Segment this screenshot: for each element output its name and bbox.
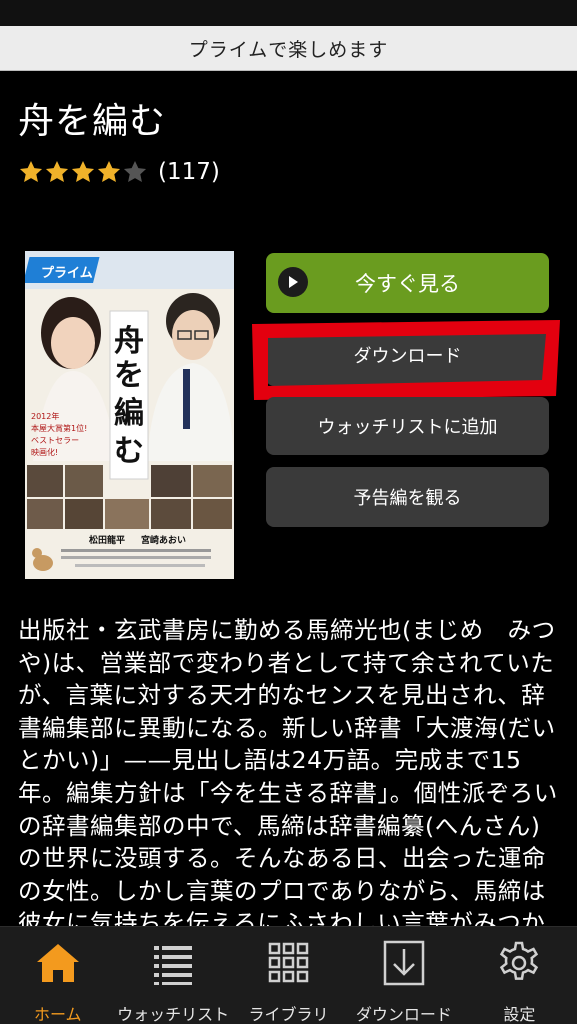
tab-download[interactable]: ダウンロード xyxy=(346,927,461,1024)
tab-library-label: ライブラリ xyxy=(248,1005,329,1024)
svg-text:本屋大賞第1位!: 本屋大賞第1位! xyxy=(31,423,87,433)
download-button[interactable]: ダウンロード xyxy=(266,324,549,386)
tab-download-label: ダウンロード xyxy=(355,1005,452,1024)
star-icon xyxy=(19,160,43,182)
prime-banner-text: プライムで楽しめます xyxy=(188,38,389,61)
watch-now-button[interactable]: 今すぐ見る xyxy=(266,253,549,313)
svg-text:を: を xyxy=(114,358,144,393)
rating-count: (117) xyxy=(158,159,220,185)
tab-watchlist-label: ウォッチリスト xyxy=(117,1005,230,1024)
list-icon xyxy=(148,939,198,987)
poster-actor-2: 宮崎あおい xyxy=(141,534,186,546)
poster-actor-1: 松田龍平 xyxy=(89,534,125,546)
tab-bar: ホーム ウォッチリスト ライブラリ ダウンロード 設定 xyxy=(0,926,577,1024)
rating: (117) xyxy=(18,154,220,190)
app-screen: プライムで楽しめます 舟を編む (117) プライム 舟 を 編 む 2012年… xyxy=(0,0,577,1024)
home-icon xyxy=(33,939,83,987)
gear-icon xyxy=(494,939,544,987)
tab-watchlist[interactable]: ウォッチリスト xyxy=(115,927,230,1024)
trailer-button[interactable]: 予告編を観る xyxy=(266,467,549,527)
download-label: ダウンロード xyxy=(353,346,462,367)
svg-text:ベストセラー: ベストセラー xyxy=(31,436,79,445)
grid-icon xyxy=(264,939,314,987)
svg-text:編: 編 xyxy=(114,396,144,431)
star-icon xyxy=(97,160,121,182)
watch-now-label: 今すぐ見る xyxy=(355,272,460,296)
download-icon xyxy=(379,939,429,987)
tab-library[interactable]: ライブラリ xyxy=(231,927,346,1024)
svg-text:舟: 舟 xyxy=(114,324,144,359)
status-bar xyxy=(0,0,577,26)
add-watchlist-button[interactable]: ウォッチリストに追加 xyxy=(266,397,549,455)
star-icon xyxy=(45,160,69,182)
tab-settings[interactable]: 設定 xyxy=(462,927,577,1024)
trailer-label: 予告編を観る xyxy=(353,488,462,509)
poster-badge-text: プライム xyxy=(41,266,93,281)
star-icon xyxy=(123,160,147,182)
star-icon xyxy=(71,160,95,182)
tab-settings-label: 設定 xyxy=(503,1005,536,1024)
svg-text:む: む xyxy=(114,434,144,469)
prime-banner: プライムで楽しめます xyxy=(0,26,577,71)
star-rating xyxy=(18,159,148,185)
tab-home-label: ホーム xyxy=(33,1005,82,1024)
play-icon xyxy=(278,267,308,297)
add-watchlist-label: ウォッチリストに追加 xyxy=(317,417,498,438)
svg-text:2012年: 2012年 xyxy=(31,411,59,421)
svg-text:映画化!: 映画化! xyxy=(31,447,58,457)
tab-home[interactable]: ホーム xyxy=(0,927,115,1024)
poster-art: プライム 舟 を 編 む 2012年 本屋大賞第1位! ベストセラー 映画化! xyxy=(25,251,234,579)
movie-title: 舟を編む xyxy=(18,101,167,142)
movie-poster[interactable]: プライム 舟 を 編 む 2012年 本屋大賞第1位! ベストセラー 映画化! xyxy=(25,251,234,579)
